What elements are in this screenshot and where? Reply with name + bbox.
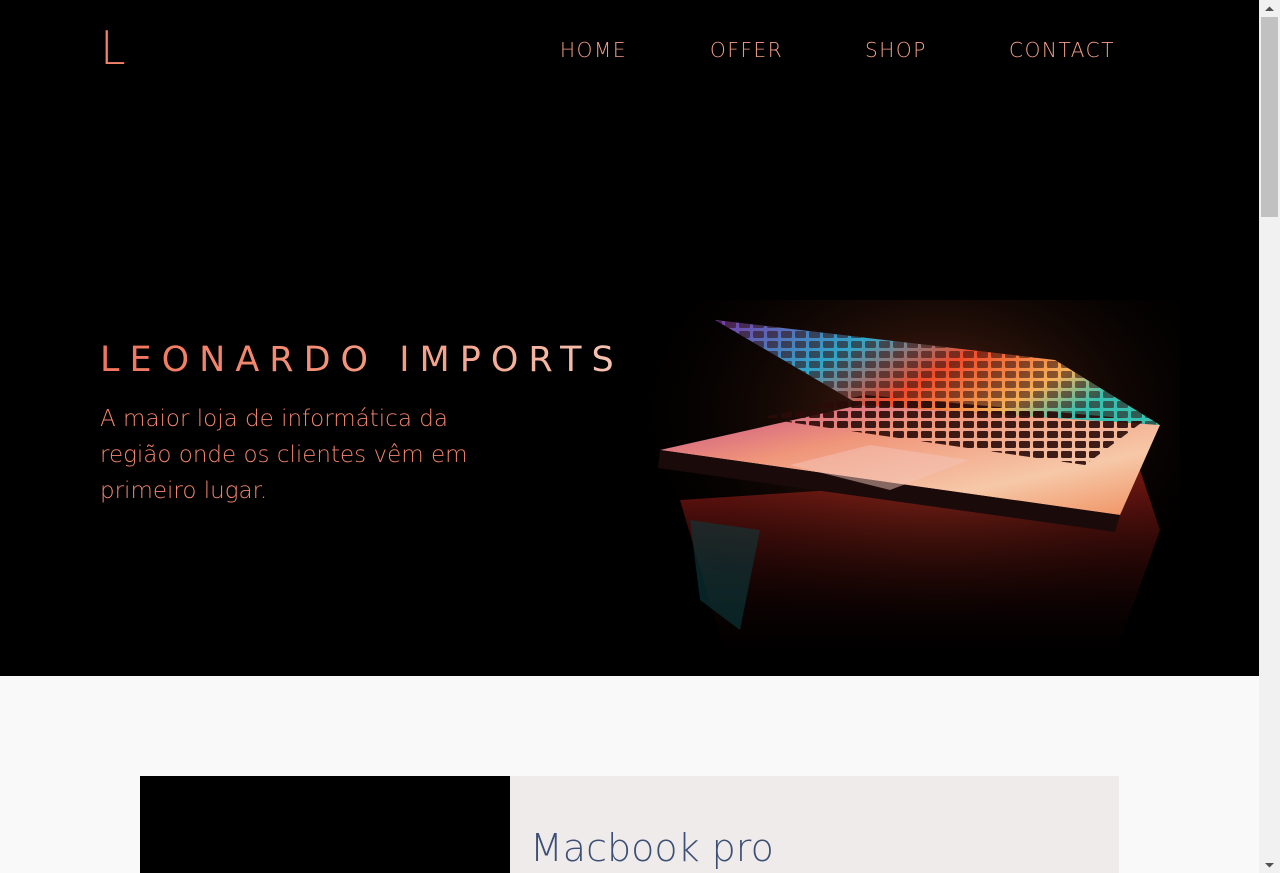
scrollbar-thumb[interactable] <box>1261 17 1278 217</box>
page: L HOME OFFER SHOP CONTACT LEONARDO IMPOR… <box>0 0 1259 873</box>
hero-title: LEONARDO IMPORTS <box>100 340 624 380</box>
scroll-up-arrow-icon[interactable] <box>1259 0 1280 17</box>
product-title: Macbook pro <box>530 826 774 870</box>
nav-item-shop[interactable]: SHOP <box>865 38 927 62</box>
product-image <box>140 776 510 873</box>
laptop-photo <box>640 300 1180 676</box>
product-card-macbook[interactable]: Macbook pro <box>140 776 1119 873</box>
nav-item-home[interactable]: HOME <box>560 38 627 62</box>
scroll-down-arrow-icon[interactable] <box>1259 856 1280 873</box>
product-info: Macbook pro <box>510 776 1119 873</box>
hero-subtitle: A maior loja de informática da região on… <box>100 406 468 504</box>
nav-item-offer[interactable]: OFFER <box>710 38 783 62</box>
hero-section: L HOME OFFER SHOP CONTACT LEONARDO IMPOR… <box>0 0 1259 676</box>
nav-item-contact[interactable]: CONTACT <box>1009 38 1115 62</box>
main-nav: HOME OFFER SHOP CONTACT <box>0 38 1259 64</box>
vertical-scrollbar[interactable] <box>1259 0 1280 873</box>
